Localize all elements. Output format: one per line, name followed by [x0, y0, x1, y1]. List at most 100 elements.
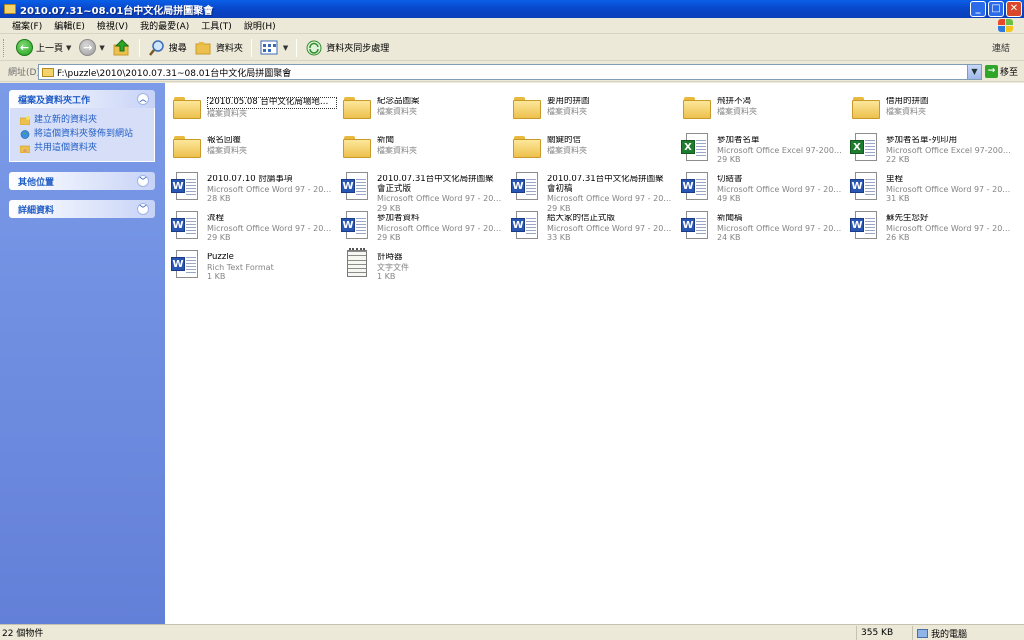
links-toolbar[interactable]: 連結: [992, 41, 1010, 54]
close-button[interactable]: ✕: [1006, 1, 1022, 17]
file-name: 2010.05.08 台中文化局場地照片: [207, 97, 337, 109]
excel-file-icon: X: [848, 131, 882, 165]
file-item[interactable]: W 參加者資料 Microsoft Office Word 97 - 2003 ..…: [339, 207, 507, 245]
file-item[interactable]: W 里程 Microsoft Office Word 97 - 2003 ... 31…: [848, 168, 1016, 206]
file-size: 29 KB: [377, 233, 401, 242]
maximize-button[interactable]: □: [988, 1, 1004, 17]
file-name: 2010.07.31台中文化局拼圖聚會正式版: [377, 175, 494, 194]
folder-icon: [509, 92, 543, 126]
file-item[interactable]: 計時器 文字文件 1 KB: [339, 246, 507, 284]
expand-icon[interactable]: ﹀: [137, 175, 149, 187]
expand-icon[interactable]: ﹀: [137, 203, 149, 215]
file-item[interactable]: 要用的拼圖 檔案資料夾: [509, 90, 677, 128]
window-title: 2010.07.31~08.01台中文化局拼圖聚會: [20, 5, 214, 17]
file-name: 飛拼不渴: [717, 97, 752, 106]
file-item[interactable]: 紀念品圖案 檔案資料夾: [339, 90, 507, 128]
word-file-icon: W: [848, 170, 882, 204]
folders-icon: [195, 41, 211, 54]
file-type: Microsoft Office Word 97 - 2003 ...: [377, 194, 505, 203]
file-item[interactable]: W 流程 Microsoft Office Word 97 - 2003 ... 29…: [169, 207, 337, 245]
file-size: 1 KB: [377, 272, 396, 281]
chevron-down-icon[interactable]: ▼: [283, 44, 288, 52]
back-arrow-icon: ←: [16, 39, 33, 56]
menu-edit[interactable]: 編輯(E): [48, 19, 91, 32]
file-type: Microsoft Office Word 97 - 2003 ...: [717, 223, 845, 233]
object-count: 22 個物件: [2, 629, 44, 639]
go-button[interactable]: → 移至: [985, 65, 1018, 78]
folder-icon: [679, 92, 713, 126]
file-item[interactable]: W 蘇先生您好 Microsoft Office Word 97 - 2003 ..…: [848, 207, 1016, 245]
views-icon: [260, 40, 278, 54]
file-item[interactable]: X 參加者名單-列印用 Microsoft Office Excel 97-2003…: [848, 129, 1016, 167]
file-type: 文字文件: [377, 262, 409, 272]
file-item[interactable]: W 2010.07.31台中文化局拼圖聚會初稿 Microsoft Office W…: [509, 168, 677, 213]
minimize-button[interactable]: _: [970, 1, 986, 17]
file-name: 參加者名單: [717, 136, 760, 145]
file-name: 計時器: [377, 253, 403, 262]
file-type: Microsoft Office Word 97 - 2003 ...: [207, 223, 335, 233]
file-item[interactable]: 關鍵的信 檔案資料夾: [509, 129, 677, 167]
excel-file-icon: X: [679, 131, 713, 165]
details-panel: 詳細資料 ﹀: [9, 200, 155, 218]
views-button[interactable]: ▼: [256, 37, 292, 59]
title-bar: 2010.07.31~08.01台中文化局拼圖聚會 _ □ ✕: [0, 0, 1024, 18]
chevron-down-icon[interactable]: ▼: [66, 44, 71, 52]
back-button[interactable]: ← 上一頁 ▼: [12, 37, 75, 59]
file-name: 2010.07.10 討論事項: [207, 175, 293, 184]
file-list[interactable]: 2010.05.08 台中文化局場地照片 檔案資料夾 紀念品圖案 檔案資料夾 要用的拼圖…: [165, 83, 1024, 624]
file-name: 紀念品圖案: [377, 97, 420, 106]
folder-icon: [339, 92, 373, 126]
address-label: 網址(D): [8, 68, 40, 78]
up-folder-button[interactable]: [109, 37, 135, 59]
other-places-header[interactable]: 其他位置 ﹀: [9, 172, 155, 190]
word-file-icon: W: [169, 248, 203, 282]
folder-sync-button[interactable]: 資料夾同步處理: [301, 37, 393, 59]
search-button[interactable]: 搜尋: [144, 37, 191, 59]
file-type: 檔案資料夾: [207, 108, 247, 118]
folder-sync-label: 資料夾同步處理: [326, 44, 390, 54]
forward-button[interactable]: → ▼: [75, 37, 108, 59]
folders-button[interactable]: 資料夾: [191, 37, 247, 59]
file-type: Microsoft Office Word 97 - 2003 ...: [547, 223, 675, 233]
globe-icon: [20, 129, 30, 139]
file-item[interactable]: W 2010.07.31台中文化局拼圖聚會正式版 Microsoft Office …: [339, 168, 507, 213]
file-item[interactable]: W 給大家的信正式版 Microsoft Office Word 97 - 2003…: [509, 207, 677, 245]
up-folder-icon: [113, 38, 130, 55]
chevron-down-icon[interactable]: ▼: [99, 44, 104, 52]
file-size: 1 KB: [207, 272, 226, 281]
toolbar-grip[interactable]: [3, 38, 6, 57]
share-folder-link[interactable]: 共用這個資料夾: [20, 141, 148, 155]
details-header[interactable]: 詳細資料 ﹀: [9, 200, 155, 218]
new-folder-icon: [20, 115, 30, 125]
folder-icon: [169, 92, 203, 126]
collapse-icon[interactable]: ︿: [137, 93, 149, 105]
file-tasks-header[interactable]: 檔案及資料夾工作 ︿: [9, 90, 155, 108]
publish-web-link[interactable]: 將這個資料夾發佈到網站: [20, 127, 148, 141]
file-item[interactable]: W 切結書 Microsoft Office Word 97 - 2003 ... 4…: [679, 168, 847, 206]
file-item[interactable]: W 2010.07.10 討論事項 Microsoft Office Word 97…: [169, 168, 337, 206]
file-item[interactable]: 報名回覆 檔案資料夾: [169, 129, 337, 167]
file-item[interactable]: 2010.05.08 台中文化局場地照片 檔案資料夾: [169, 90, 337, 128]
address-value[interactable]: F:\puzzle\2010\2010.07.31~08.01台中文化局拼圖聚會: [57, 66, 291, 79]
folder-icon: [42, 67, 54, 77]
new-folder-link[interactable]: 建立新的資料夾: [20, 113, 148, 127]
file-item[interactable]: W 新聞稿 Microsoft Office Word 97 - 2003 ... 2…: [679, 207, 847, 245]
file-name: 蘇先生您好: [886, 214, 929, 223]
file-item[interactable]: 新聞 檔案資料夾: [339, 129, 507, 167]
menu-favorites[interactable]: 我的最愛(A): [134, 19, 195, 32]
file-item[interactable]: W Puzzle Rich Text Format 1 KB: [169, 246, 337, 284]
address-input[interactable]: F:\puzzle\2010\2010.07.31~08.01台中文化局拼圖聚會…: [38, 64, 982, 80]
file-type: Rich Text Format: [207, 262, 274, 272]
file-type: Microsoft Office Word 97 - 2003 ...: [717, 184, 845, 194]
menu-file[interactable]: 檔案(F): [0, 19, 48, 32]
file-item[interactable]: 飛拼不渴 檔案資料夾: [679, 90, 847, 128]
my-computer-icon: [917, 628, 928, 638]
menu-help[interactable]: 說明(H): [238, 19, 282, 32]
file-item[interactable]: X 參加者名單 Microsoft Office Excel 97-2003 工..…: [679, 129, 847, 167]
file-tasks-panel: 檔案及資料夾工作 ︿ 建立新的資料夾 將這個資料夾發佈到網站 共用這個資料夾: [9, 90, 155, 162]
file-type: Microsoft Office Word 97 - 2003 ...: [377, 223, 505, 233]
menu-tools[interactable]: 工具(T): [195, 19, 238, 32]
chevron-down-icon[interactable]: ▼: [967, 65, 981, 79]
menu-view[interactable]: 檢視(V): [91, 19, 134, 32]
file-item[interactable]: 借用的拼圖 檔案資料夾: [848, 90, 1016, 128]
